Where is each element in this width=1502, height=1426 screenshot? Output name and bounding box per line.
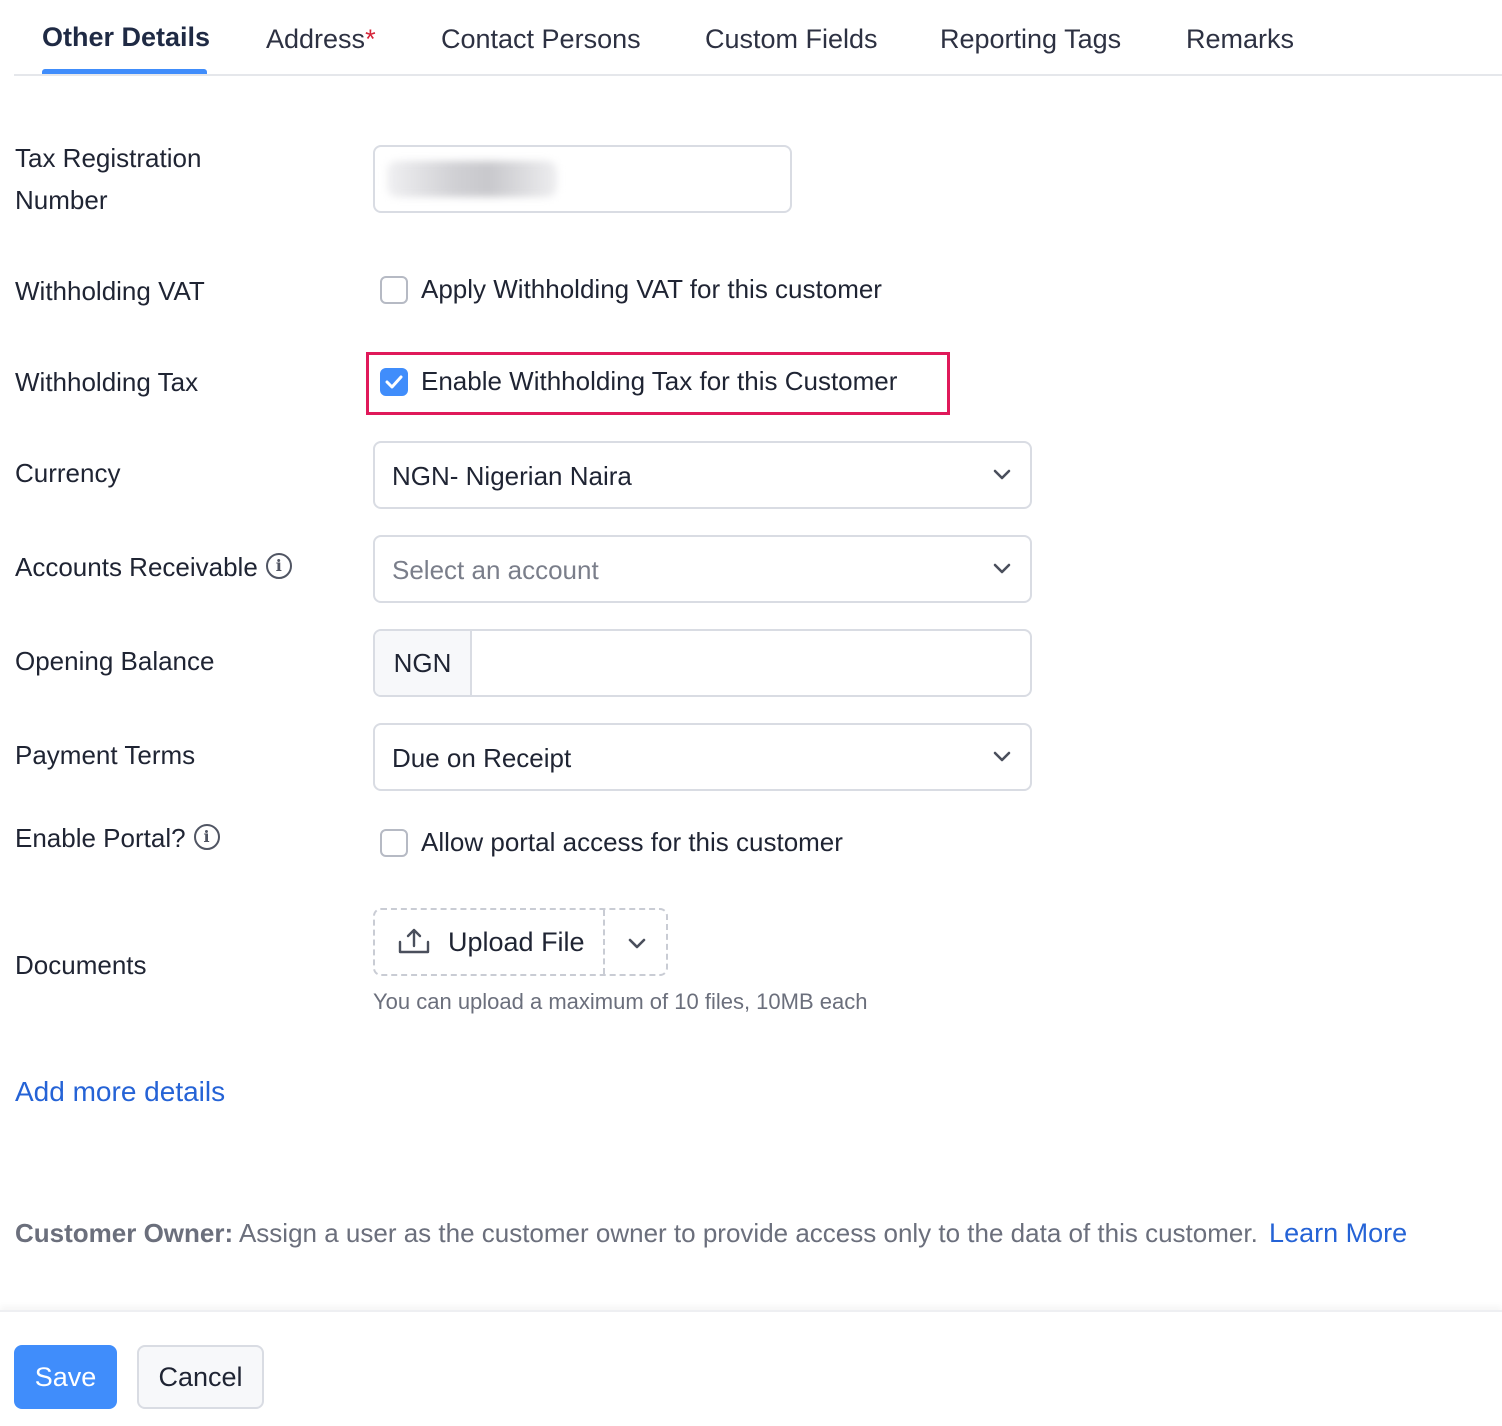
currency-label: Currency xyxy=(15,458,121,488)
checkbox-label: Apply Withholding VAT for this customer xyxy=(421,274,882,304)
info-icon[interactable]: i xyxy=(193,824,220,851)
tab-label: Reporting Tags xyxy=(940,24,1122,54)
tab-label: Address xyxy=(266,24,366,54)
required-asterisk: * xyxy=(365,24,376,54)
upload-file-label: Upload File xyxy=(448,927,585,957)
payment-terms-select[interactable]: Due on Receipt xyxy=(373,723,1032,791)
upload-file-control: Upload File xyxy=(373,908,668,976)
withholding-vat-label: Withholding VAT xyxy=(15,276,205,306)
active-tab-indicator xyxy=(42,69,207,74)
currency-select[interactable]: NGN- Nigerian Naira xyxy=(373,441,1032,509)
checkmark-icon xyxy=(385,375,403,388)
tab-address[interactable]: Address* xyxy=(266,24,376,55)
currency-prefix: NGN xyxy=(375,631,472,695)
cancel-button[interactable]: Cancel xyxy=(137,1345,264,1409)
redacted-value xyxy=(387,161,557,197)
upload-hint: You can upload a maximum of 10 files, 10… xyxy=(373,989,868,1014)
tax-registration-input[interactable] xyxy=(373,145,792,213)
tab-remarks[interactable]: Remarks xyxy=(1186,24,1294,55)
tab-label: Contact Persons xyxy=(441,24,641,54)
opening-balance-field[interactable]: NGN xyxy=(373,629,1032,697)
accounts-receivable-label: Accounts Receivable i xyxy=(15,546,292,588)
customer-owner-title: Customer Owner: xyxy=(15,1218,234,1248)
chevron-down-icon xyxy=(993,469,1011,480)
tab-contact-persons[interactable]: Contact Persons xyxy=(441,24,641,55)
checkbox-label: Allow portal access for this customer xyxy=(421,827,843,857)
enable-portal-checkbox[interactable] xyxy=(380,828,408,857)
chevron-down-icon xyxy=(993,751,1011,762)
withholding-vat-checkbox[interactable] xyxy=(380,275,408,304)
label-line: Tax Registration xyxy=(15,143,202,173)
accounts-receivable-select[interactable]: Select an account xyxy=(373,535,1032,603)
tab-other-details[interactable]: Other Details xyxy=(42,22,210,53)
label-text: Accounts Receivable xyxy=(15,552,258,582)
documents-label: Documents xyxy=(15,950,147,980)
customer-owner-text: Assign a user as the customer owner to p… xyxy=(238,1218,1258,1248)
upload-icon xyxy=(398,928,430,954)
save-button[interactable]: Save xyxy=(14,1345,117,1409)
form-footer: Save Cancel xyxy=(0,1310,1502,1426)
withholding-tax-checkbox[interactable] xyxy=(380,367,408,396)
label-line: Number xyxy=(15,185,108,215)
enable-portal-label: Enable Portal? i xyxy=(15,817,220,859)
opening-balance-label: Opening Balance xyxy=(15,646,215,676)
tab-custom-fields[interactable]: Custom Fields xyxy=(705,24,878,55)
tax-registration-label: Tax Registration Number xyxy=(15,137,201,221)
select-placeholder: Select an account xyxy=(392,555,599,585)
add-more-details-link[interactable]: Add more details xyxy=(15,1076,225,1108)
chevron-down-icon xyxy=(628,938,646,949)
customer-owner-note: Customer Owner: Assign a user as the cus… xyxy=(15,1218,1407,1249)
upload-file-button[interactable]: Upload File xyxy=(375,910,605,974)
chevron-down-icon xyxy=(993,563,1011,574)
info-icon[interactable]: i xyxy=(265,553,292,580)
withholding-vat-checkbox-row[interactable]: Apply Withholding VAT for this customer xyxy=(380,274,882,305)
learn-more-link[interactable]: Learn More xyxy=(1269,1218,1407,1248)
enable-portal-checkbox-row[interactable]: Allow portal access for this customer xyxy=(380,827,843,858)
tab-bar: Other Details Address* Contact Persons C… xyxy=(14,0,1502,76)
tab-reporting-tags[interactable]: Reporting Tags xyxy=(940,24,1121,55)
select-value: Due on Receipt xyxy=(392,743,572,773)
label-text: Enable Portal? xyxy=(15,823,186,853)
select-value: NGN- Nigerian Naira xyxy=(392,461,632,491)
tab-label: Custom Fields xyxy=(705,24,878,54)
tab-label: Remarks xyxy=(1186,24,1295,54)
withholding-tax-checkbox-row[interactable]: Enable Withholding Tax for this Customer xyxy=(380,366,897,397)
upload-options-dropdown[interactable] xyxy=(607,910,666,974)
checkbox-label: Enable Withholding Tax for this Customer xyxy=(421,366,898,396)
withholding-tax-label: Withholding Tax xyxy=(15,367,199,397)
tab-label: Other Details xyxy=(42,22,211,52)
payment-terms-label: Payment Terms xyxy=(15,740,196,770)
